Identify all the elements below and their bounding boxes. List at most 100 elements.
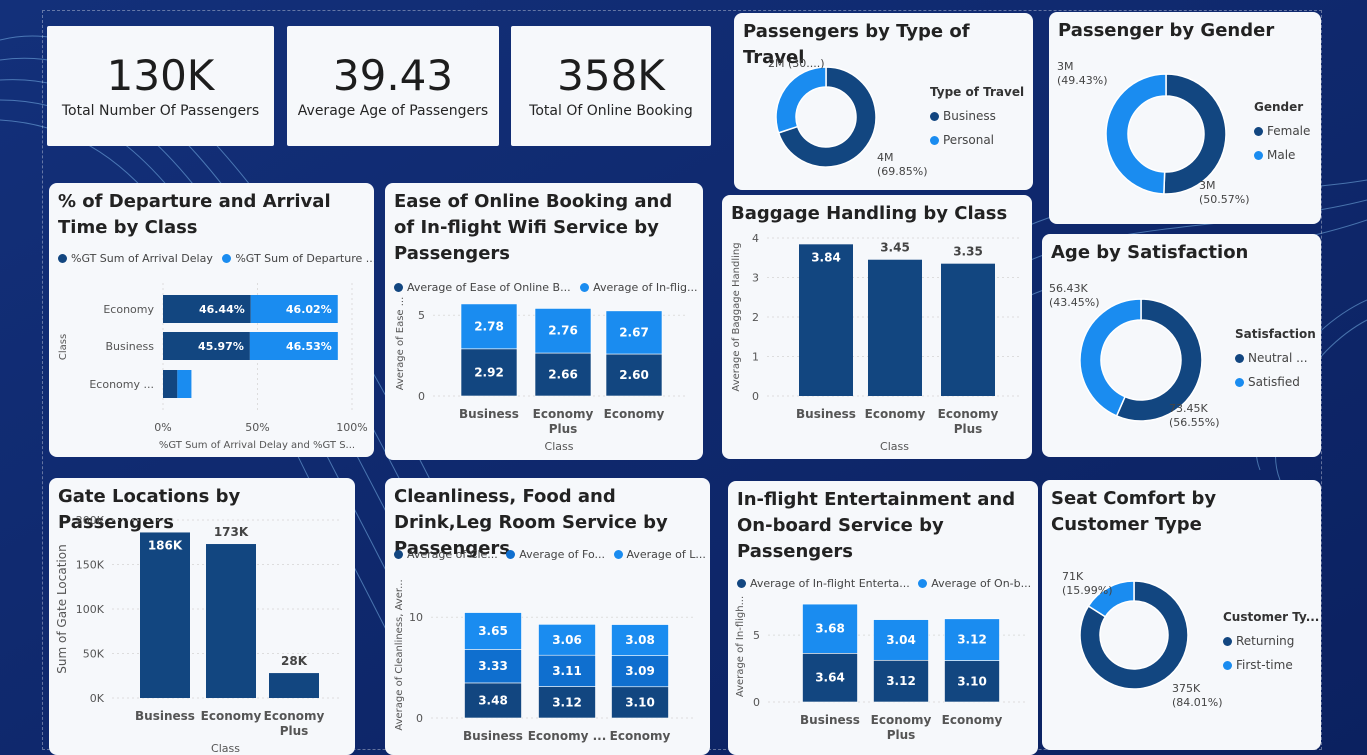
kpi-label: Total Number Of Passengers (61, 103, 260, 120)
x-tick-label: Economy (533, 407, 594, 421)
chart-cleanliness[interactable]: Cleanliness, Food and Drink,Leg Room Ser… (385, 478, 710, 755)
legend-item[interactable]: Returning (1223, 634, 1319, 648)
data-label-value: 3M (1057, 60, 1074, 73)
legend-item[interactable]: Female (1254, 124, 1310, 138)
data-label: 3.64 (815, 671, 845, 685)
chart-type-of-travel[interactable]: Passengers by Type of Travel 4M (69.85%) 2… (734, 13, 1033, 190)
data-label: 46.02% (286, 303, 332, 316)
x-axis-label: Class (545, 440, 574, 453)
chart-age-satisfaction[interactable]: Age by Satisfaction 73.45K (56.55%) 56.43K… (1042, 234, 1321, 457)
x-tick-label: Business (796, 407, 856, 421)
stacked-bar-chart: 0 10 3.48 3.33 3.65 Business 3.12 3.11 3.06 Econo… (394, 579, 695, 743)
y-tick-label: 0K (90, 692, 105, 705)
x-tick-label: 0% (154, 421, 171, 434)
legend-label: Business (943, 109, 996, 123)
x-tick-label: 50% (245, 421, 269, 434)
bar (140, 532, 190, 698)
data-label: 3.84 (811, 250, 841, 264)
legend-title: Type of Travel (930, 85, 1025, 99)
data-label: 3.45 (880, 241, 910, 255)
stacked-bar-chart: 052.922.78Business2.662.76EconomyPlus2.6… (395, 297, 685, 453)
donut-slice-2 (1105, 73, 1167, 195)
bar (868, 259, 922, 396)
chart-entertainment[interactable]: In-flight Entertainment and On-board Ser… (728, 481, 1038, 755)
bar-segment (177, 370, 192, 398)
legend-item[interactable]: Personal (930, 133, 1024, 147)
x-tick-label: Economy (604, 407, 665, 421)
y-tick-label: 100K (76, 603, 105, 616)
data-label-percent: (50.57%) (1199, 193, 1250, 206)
data-label: 2.67 (619, 325, 649, 339)
legend: Customer Ty... Returning First-time (1223, 610, 1319, 682)
stacked-bar-chart: 053.643.68Business3.123.04EconomyPlus3.1… (735, 596, 1028, 742)
legend-item[interactable]: Male (1254, 148, 1310, 162)
data-label: 173K (214, 525, 249, 539)
legend-item[interactable]: Satisfied (1235, 375, 1316, 389)
x-axis-label: %GT Sum of Arrival Delay and %GT S... (159, 440, 355, 451)
bar (941, 263, 995, 396)
chart-departure-arrival[interactable]: % of Departure and Arrival Time by Class… (49, 183, 374, 457)
y-axis-label: Average of Baggage Handling (731, 242, 742, 391)
legend-label: Female (1267, 124, 1311, 138)
y-tick-label: 150K (76, 559, 105, 572)
legend-item[interactable]: Neutral ... (1235, 351, 1316, 365)
bar-chart: 0K 50K 100K 150K 200K 186K Business 173K Economy… (55, 514, 339, 755)
x-tick-label: Economy (871, 713, 932, 727)
data-label: 3.09 (625, 664, 655, 678)
y-axis-label: Sum of Gate Location (55, 544, 69, 673)
data-label-percent: (15.99%) (1062, 584, 1113, 597)
y-tick-label: Economy (103, 303, 154, 316)
data-label: 2.92 (474, 365, 504, 379)
data-label: 2.76 (548, 324, 578, 338)
kpi-value: 130K (106, 50, 215, 100)
x-tick-label: Business (135, 709, 195, 723)
y-tick-label: 5 (418, 309, 425, 322)
y-tick-label: 50K (83, 648, 105, 661)
y-tick-label: 1 (752, 351, 759, 364)
donut-slice-2 (775, 66, 827, 134)
data-label: 3.65 (478, 624, 508, 638)
data-label: 3.10 (957, 674, 987, 688)
chart-seat-comfort[interactable]: Seat Comfort by Customer Type 375K (84.01… (1042, 480, 1321, 750)
data-label: 3.04 (886, 633, 916, 647)
x-tick-label: Business (800, 713, 860, 727)
bar-segment (163, 370, 178, 398)
bar-chart: 012343.84Business3.45Economy3.35EconomyP… (731, 232, 1022, 453)
x-tick-label: Plus (549, 422, 578, 436)
x-tick-label: Business (459, 407, 519, 421)
x-tick-label: Economy ... (528, 729, 607, 743)
horizontal-bar-chart: 0% 50% 100% Economy 46.44% 46.02% Business 45.9… (58, 283, 368, 451)
chart-gender[interactable]: Passenger by Gender 3M (50.57%) 3M (49.43%)… (1049, 12, 1321, 224)
data-label: 3.06 (552, 633, 582, 647)
data-label-value: 375K (1172, 682, 1201, 695)
bar (206, 544, 256, 698)
chart-baggage[interactable]: Baggage Handling by Class 0 1 2 3 4 3.84 Busin… (722, 195, 1032, 459)
data-label: 3.12 (957, 633, 987, 647)
data-label: 2.60 (619, 368, 649, 382)
data-label: 28K (281, 654, 308, 668)
legend-item[interactable]: First-time (1223, 658, 1319, 672)
kpi-value: 39.43 (332, 50, 454, 100)
x-tick-label: Plus (887, 728, 916, 742)
kpi-total-passengers: 130K Total Number Of Passengers (47, 26, 274, 146)
data-label-value: 56.43K (1049, 282, 1088, 295)
kpi-label: Average Age of Passengers (297, 103, 489, 120)
legend-title: Satisfaction (1235, 327, 1316, 341)
y-tick-label: 10 (409, 611, 423, 624)
data-label: 2.78 (474, 319, 504, 333)
y-tick-label: 0 (752, 390, 759, 403)
x-tick-label: Economy (942, 713, 1003, 727)
chart-ease-wifi[interactable]: Ease of Online Booking and of In-flight … (385, 183, 703, 460)
legend-item[interactable]: Business (930, 109, 1024, 123)
bar (269, 673, 319, 698)
kpi-value: 358K (557, 50, 665, 100)
data-label: 46.44% (199, 303, 245, 316)
y-tick-label: 5 (753, 629, 760, 642)
legend-title: Gender (1254, 100, 1304, 114)
chart-gate-locations[interactable]: Gate Locations by Passengers 0K 50K 100K 15… (49, 478, 355, 755)
y-tick-label: 2 (752, 311, 759, 324)
y-axis-label: Average of Cleanliness, Aver... (394, 579, 405, 730)
y-tick-label: Economy ... (89, 378, 154, 391)
data-label: 3.33 (478, 659, 508, 673)
data-label: 3.08 (625, 633, 655, 647)
